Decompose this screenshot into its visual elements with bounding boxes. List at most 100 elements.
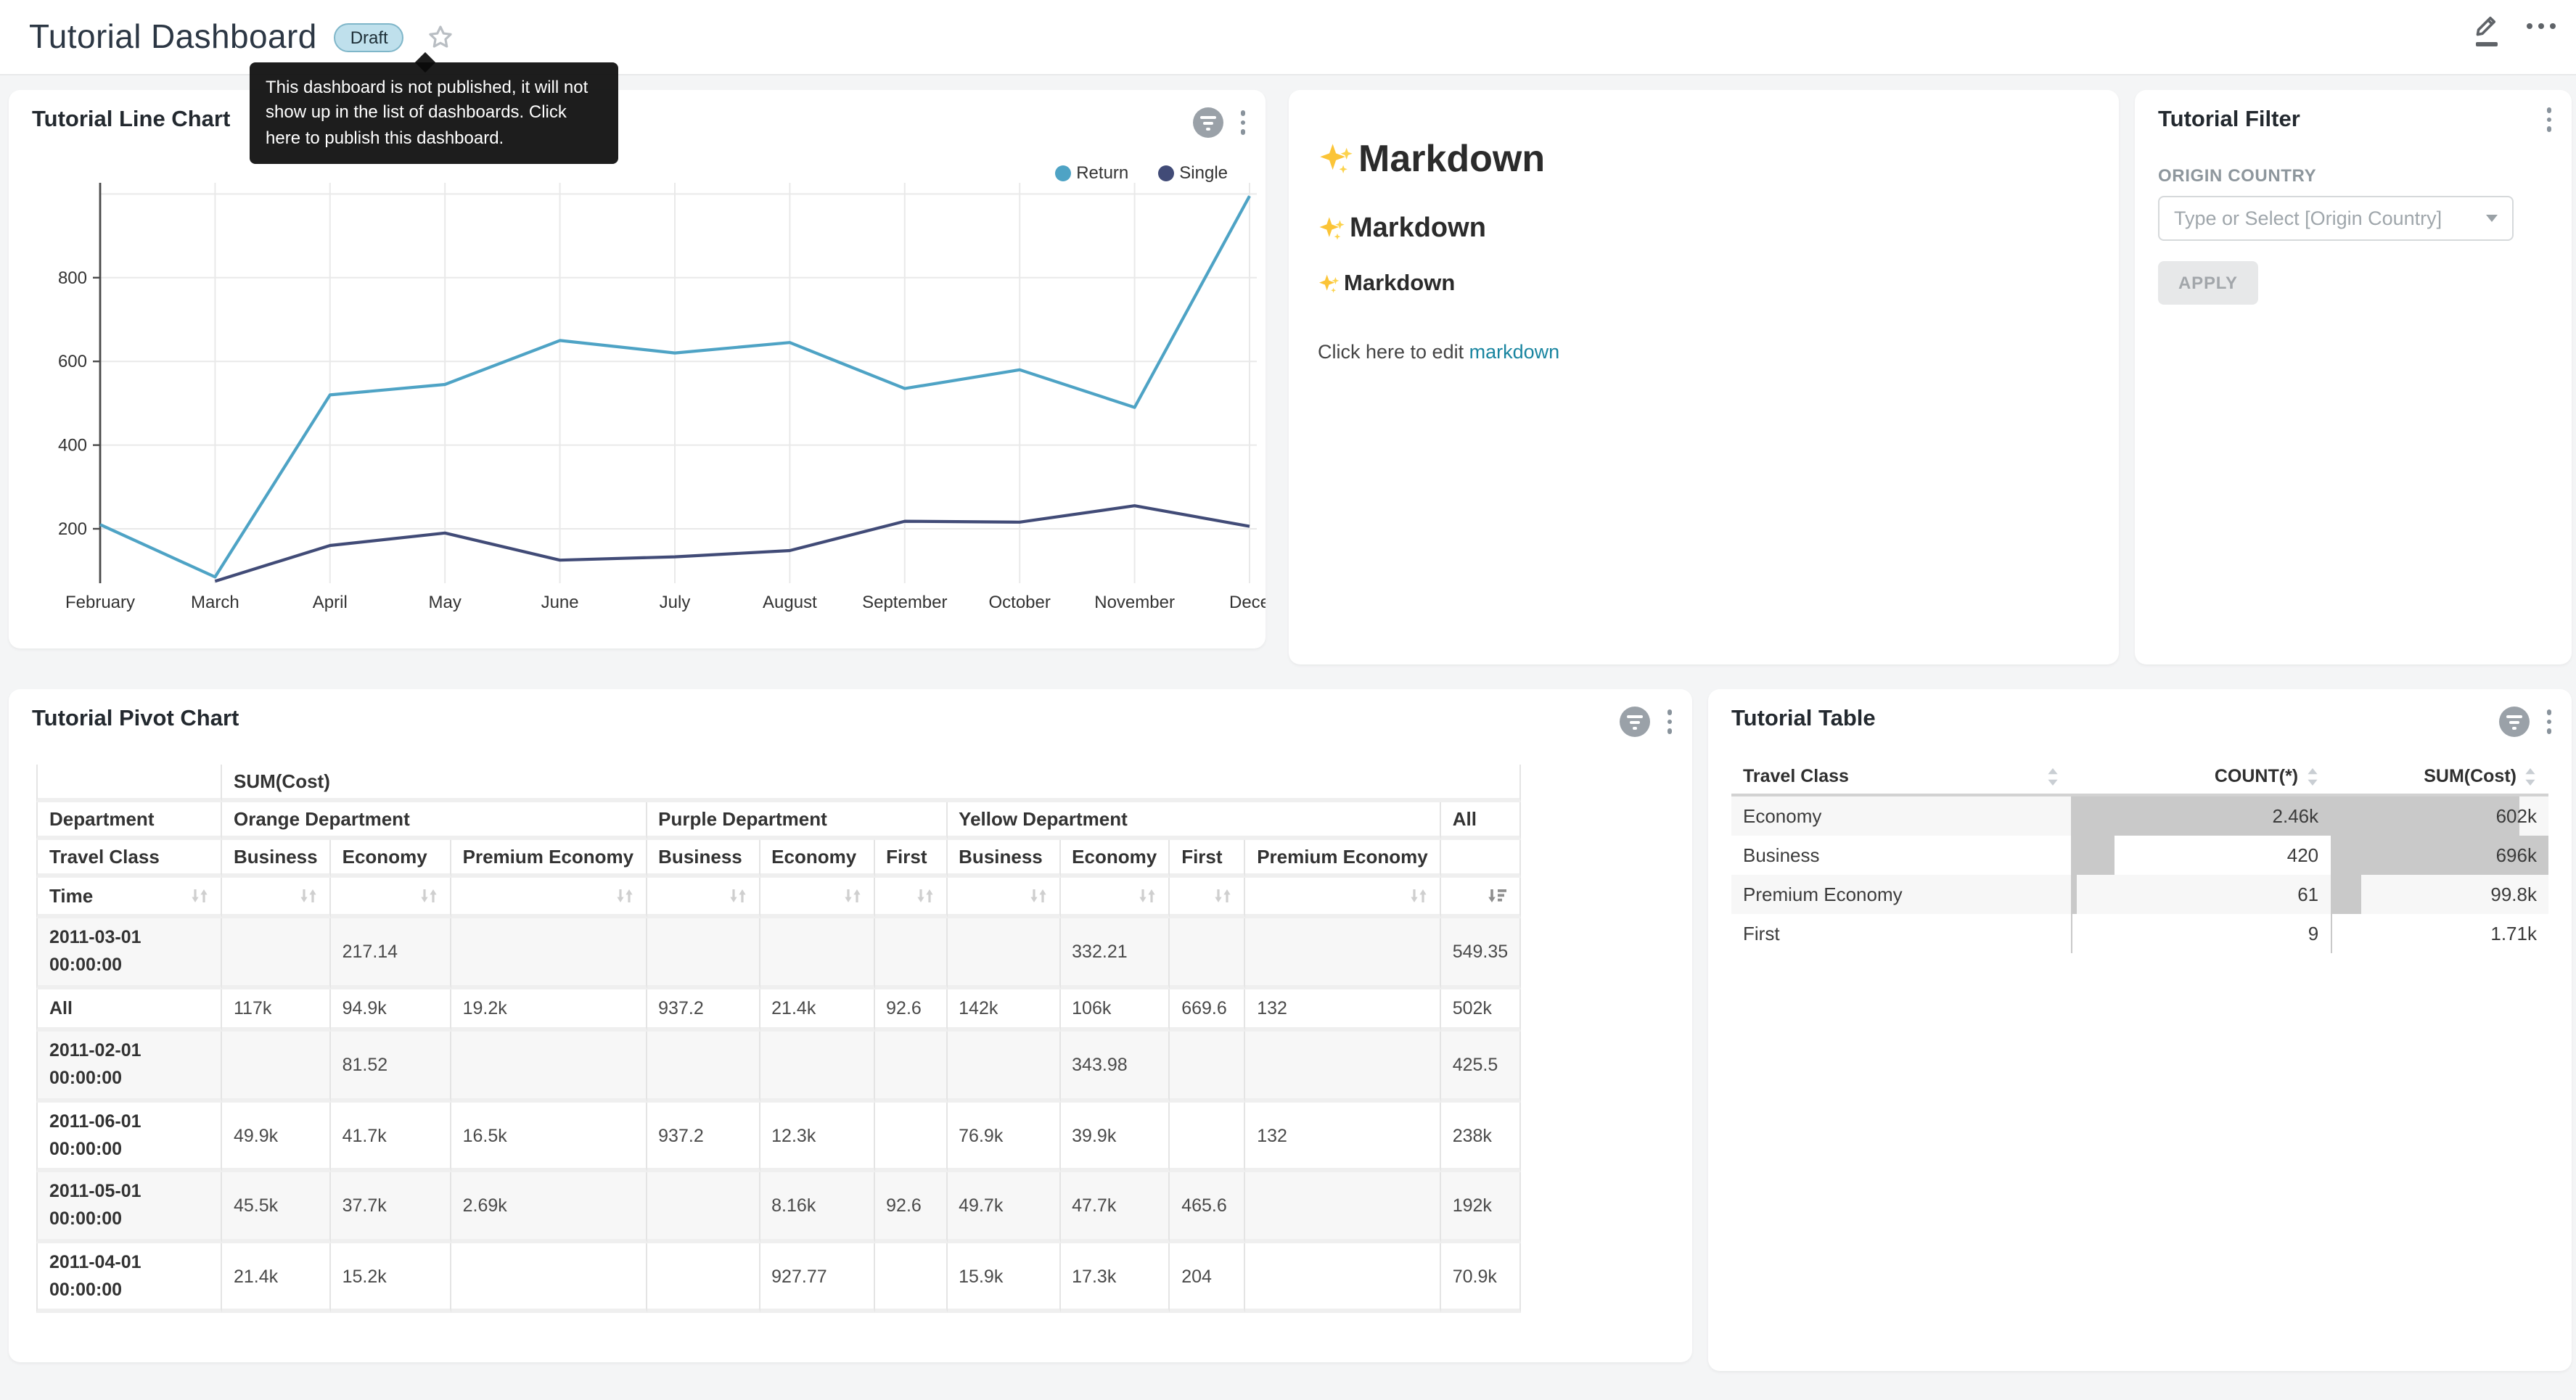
pivot-metric-header: SUM(Cost)	[222, 765, 1521, 802]
series-line-single	[215, 506, 1250, 581]
pivot-value-cell	[1245, 1173, 1441, 1243]
travel-class-cell: Business	[1731, 836, 2071, 875]
pivot-sort-cell	[1170, 878, 1245, 918]
pivot-value-cell: 425.5	[1441, 1032, 1521, 1103]
cell-bar	[2330, 796, 2519, 836]
filter-kebab-menu[interactable]	[2546, 107, 2551, 131]
column-label: COUNT(*)	[2215, 766, 2298, 786]
line-chart-card: Tutorial Line Chart ReturnSingle 2004006…	[9, 90, 1266, 648]
markdown-h1-text: Markdown	[1358, 136, 1545, 181]
y-axis-label: 600	[58, 352, 87, 371]
sparkles-icon	[1318, 273, 1341, 296]
apply-button[interactable]: APPLY	[2158, 261, 2258, 305]
pivot-value-cell	[451, 1032, 647, 1103]
pivot-value-cell: 92.6	[874, 1173, 947, 1243]
sort-icon[interactable]	[299, 886, 318, 905]
edit-dashboard-button[interactable]	[2473, 12, 2501, 46]
pivot-value-cell: 132	[1245, 1103, 1441, 1173]
chart-kebab-menu[interactable]	[1667, 710, 1672, 734]
pivot-row-label: 2011-02-0100:00:00	[36, 1032, 222, 1103]
legend-item-single[interactable]: Single	[1157, 162, 1228, 183]
origin-country-label: ORIGIN COUNTRY	[2158, 165, 2316, 186]
pivot-value-cell: 106k	[1060, 989, 1170, 1032]
markdown-h2: Markdown	[1318, 213, 2090, 245]
sort-icon[interactable]	[1028, 886, 1047, 905]
x-axis-label: August	[763, 593, 817, 612]
y-axis-label: 800	[58, 268, 87, 288]
pivot-value-cell: 94.9k	[331, 989, 451, 1032]
sort-icon[interactable]	[2305, 767, 2318, 786]
pivot-value-cell: 2.69k	[451, 1173, 647, 1243]
pivot-value-cell: 49.9k	[222, 1103, 331, 1173]
pivot-row-label: 2011-05-0100:00:00	[36, 1173, 222, 1243]
sort-desc-icon[interactable]	[1486, 886, 1508, 905]
travel-class-cell: First	[1731, 914, 2071, 953]
pencil-icon	[2473, 12, 2501, 39]
pivot-value-cell: 70.9k	[1441, 1243, 1521, 1314]
draft-tooltip: This dashboard is not published, it will…	[250, 62, 618, 164]
favorite-star-icon[interactable]	[427, 23, 455, 51]
x-axis-label: April	[313, 593, 348, 612]
chart-kebab-menu[interactable]	[2546, 710, 2551, 734]
sort-icon[interactable]	[2524, 767, 2537, 786]
pivot-class-header: Premium Economy	[1245, 840, 1441, 878]
pivot-value-cell: 15.2k	[331, 1243, 451, 1314]
column-header-sum-cost[interactable]: SUM(Cost)	[2330, 759, 2548, 795]
legend-item-return[interactable]: Return	[1054, 162, 1128, 183]
pivot-row: 2011-04-0100:00:0021.4k15.2k927.7715.9k1…	[36, 1243, 1521, 1314]
pivot-row: 2011-06-0100:00:0049.9k41.7k16.5k937.212…	[36, 1103, 1521, 1173]
pivot-value-cell: 132	[1245, 989, 1441, 1032]
pivot-value-cell: 937.2	[647, 1103, 760, 1173]
pivot-value-cell: 21.4k	[222, 1243, 331, 1314]
chart-kebab-menu[interactable]	[1240, 111, 1245, 135]
column-header-travel-class[interactable]: Travel Class	[1731, 759, 2071, 795]
sort-icon[interactable]	[1213, 886, 1232, 905]
pivot-value-cell	[874, 1243, 947, 1314]
cell-bar	[2071, 836, 2115, 875]
draft-status-badge[interactable]: Draft	[335, 22, 404, 52]
pivot-value-cell: 45.5k	[222, 1173, 331, 1243]
markdown-edit-link[interactable]: markdown	[1469, 341, 1560, 363]
dashboard-menu-button[interactable]	[2527, 12, 2556, 41]
y-axis-label: 400	[58, 436, 87, 456]
sort-icon[interactable]	[2046, 767, 2059, 786]
pivot-class-header	[1441, 840, 1521, 878]
sparkles-icon	[1318, 215, 1347, 244]
pencil-underline	[2476, 42, 2498, 46]
filter-indicator-icon[interactable]	[1619, 707, 1649, 737]
pivot-value-cell	[647, 918, 760, 989]
x-axis-label: July	[660, 593, 691, 612]
sort-icon[interactable]	[1138, 886, 1157, 905]
column-header-count[interactable]: COUNT(*)	[2071, 759, 2330, 795]
pivot-value-cell	[451, 1243, 647, 1314]
markdown-paragraph: Click here to edit markdown	[1318, 341, 2090, 363]
sort-icon[interactable]	[842, 886, 861, 905]
pivot-value-cell: 117k	[222, 989, 331, 1032]
pivot-table-grid: SUM(Cost)DepartmentOrange DepartmentPurp…	[36, 765, 1521, 1314]
sort-icon[interactable]	[728, 886, 747, 905]
pivot-row: 2011-02-0100:00:0081.52343.98425.5	[36, 1032, 1521, 1103]
sort-icon[interactable]	[915, 886, 934, 905]
pivot-value-cell	[647, 1173, 760, 1243]
column-label: SUM(Cost)	[2424, 766, 2516, 786]
pivot-class-header: First	[1170, 840, 1245, 878]
sort-icon[interactable]	[615, 886, 633, 905]
pivot-value-cell: 16.5k	[451, 1103, 647, 1173]
origin-country-select[interactable]: Type or Select [Origin Country]	[2158, 196, 2514, 241]
pivot-row-label: 2011-06-0100:00:00	[36, 1103, 222, 1173]
sort-icon[interactable]	[419, 886, 438, 905]
pivot-value-cell: 142k	[947, 989, 1060, 1032]
sum-cost-cell: 99.8k	[2330, 875, 2548, 914]
markdown-h3-text: Markdown	[1344, 271, 1455, 297]
sort-icon[interactable]	[190, 886, 209, 905]
sort-icon[interactable]	[1409, 886, 1428, 905]
column-label: Travel Class	[1743, 766, 1849, 786]
filter-indicator-icon[interactable]	[1192, 107, 1223, 138]
filter-indicator-icon[interactable]	[2498, 707, 2529, 737]
x-axis-label: November	[1094, 593, 1175, 612]
pivot-value-cell: 192k	[1441, 1173, 1521, 1243]
pivot-value-cell: 49.7k	[947, 1173, 1060, 1243]
legend-label: Return	[1076, 162, 1128, 183]
pivot-department-header: Department	[36, 802, 222, 840]
pivot-value-cell	[222, 918, 331, 989]
